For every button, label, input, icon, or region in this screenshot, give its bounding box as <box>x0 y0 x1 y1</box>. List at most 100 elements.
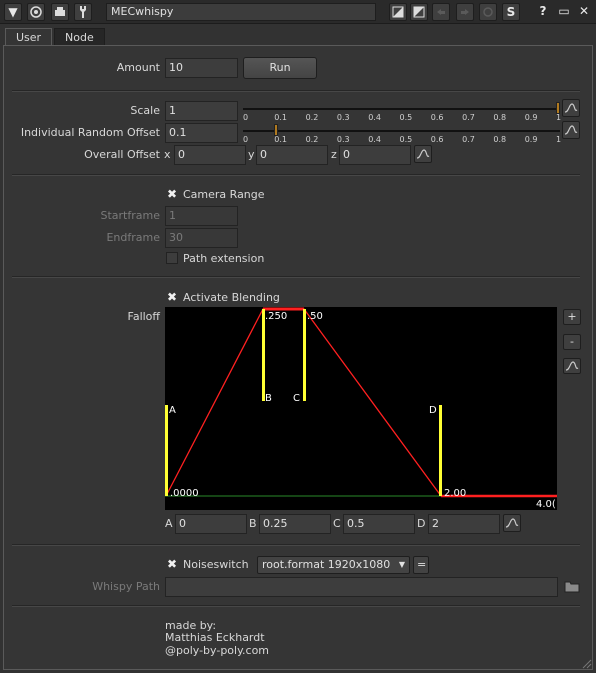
slider-tick-label: 0.2 <box>305 135 319 144</box>
marker-d[interactable] <box>439 405 442 496</box>
viewer-icon[interactable] <box>51 3 69 21</box>
divider <box>12 174 580 176</box>
slider-tick-label: 0.1 <box>274 135 288 144</box>
slider-tick-label: 0.5 <box>399 113 413 122</box>
format-equals-button[interactable]: = <box>413 556 429 574</box>
a-label: A <box>165 517 173 530</box>
a-field[interactable]: 0 <box>175 514 247 534</box>
falloff-label: Falloff <box>127 310 160 323</box>
random-offset-field[interactable]: 0.1 <box>165 123 238 143</box>
mask-left-icon[interactable] <box>389 3 407 21</box>
slider-tick-label: 0.6 <box>430 113 444 122</box>
revert-icon[interactable] <box>479 3 497 21</box>
x-axis-end-label: 4.0( <box>536 499 556 510</box>
node-title-bar: ▼ MECwhispy S ? ▭ ✕ <box>0 0 596 24</box>
overall-offset-label: Overall Offset <box>84 148 160 161</box>
resize-grip-icon[interactable] <box>580 657 592 669</box>
scale-curve-icon[interactable] <box>562 99 580 117</box>
slider-tick-label: 0.4 <box>368 135 381 144</box>
falloff-curve-icon[interactable] <box>563 358 581 374</box>
amount-label: Amount <box>116 61 160 74</box>
whispy-path-field[interactable] <box>165 577 558 597</box>
falloff-graph[interactable]: A B C D .0000 .250 .50 2.00 4.0( <box>165 307 557 510</box>
slider-tick-label: 0 <box>243 113 249 122</box>
activate-blending-label: Activate Blending <box>183 291 280 304</box>
mask-right-icon[interactable] <box>410 3 428 21</box>
value-b-label: .250 <box>265 311 287 322</box>
float-panel-icon[interactable]: ▭ <box>555 3 573 21</box>
format-dropdown[interactable]: root.format 1920x1080 ▼ <box>257 556 410 574</box>
add-point-button[interactable]: + <box>563 309 581 325</box>
slider-tick-label: 0 <box>243 135 249 144</box>
divider <box>12 90 580 92</box>
scale-slider-ticks: 0 0.1 0.2 0.3 0.4 0.5 0.6 0.7 0.8 0.9 1 <box>243 113 562 123</box>
marker-a-label: A <box>169 405 176 416</box>
divider <box>12 276 580 278</box>
credit-line-2: Matthias Eckhardt <box>165 631 265 644</box>
close-icon[interactable]: ✕ <box>575 3 593 21</box>
slider-tick-label: 0.8 <box>493 113 507 122</box>
node-name-field[interactable]: MECwhispy <box>106 3 376 21</box>
falloff-curve <box>165 308 557 497</box>
divider <box>12 605 580 607</box>
offset-z-field[interactable]: 0 <box>339 145 411 165</box>
path-extension-label: Path extension <box>183 252 265 265</box>
amount-field[interactable]: 10 <box>165 58 238 78</box>
value-c-label: .50 <box>307 311 323 322</box>
offset-curve-icon[interactable] <box>414 145 432 163</box>
activate-blending-checkbox[interactable]: ✖ <box>166 291 178 303</box>
slider-tick-label: 0.9 <box>524 135 538 144</box>
run-button[interactable]: Run <box>243 57 317 79</box>
scale-label: Scale <box>130 104 160 117</box>
scale-slider-track[interactable] <box>243 108 560 110</box>
folder-icon[interactable] <box>564 579 580 593</box>
help-icon[interactable]: ? <box>534 3 552 21</box>
divider <box>12 544 580 546</box>
camera-range-label: Camera Range <box>183 188 265 201</box>
collapse-arrow-icon[interactable]: ▼ <box>4 3 22 21</box>
random-offset-label: Individual Random Offset <box>20 126 160 139</box>
b-label: B <box>249 517 257 530</box>
whispy-path-label: Whispy Path <box>92 580 160 593</box>
slider-tick-label: 0.3 <box>336 135 350 144</box>
slider-tick-label: 0.6 <box>430 135 444 144</box>
undo-icon[interactable] <box>432 3 450 21</box>
random-offset-curve-icon[interactable] <box>562 121 580 139</box>
marker-a[interactable] <box>165 405 168 496</box>
redo-icon[interactable] <box>456 3 474 21</box>
slider-tick-label: 0.5 <box>399 135 413 144</box>
startframe-field[interactable]: 1 <box>165 206 238 226</box>
endframe-field[interactable]: 30 <box>165 228 238 248</box>
abcd-curve-icon[interactable] <box>503 514 521 532</box>
credit-line-3: @poly-by-poly.com <box>165 644 270 657</box>
d-field[interactable]: 2 <box>428 514 500 534</box>
slider-tick-label: 0.1 <box>274 113 288 122</box>
endframe-label: Endframe <box>106 231 160 244</box>
script-icon[interactable]: S <box>502 3 520 21</box>
slider-tick-label: 0.7 <box>462 135 475 144</box>
random-offset-slider-ticks: 0 0.1 0.2 0.3 0.4 0.5 0.6 0.7 0.8 0.9 1 <box>243 135 561 145</box>
tab-node[interactable]: Node <box>54 28 105 46</box>
offset-z-label: z <box>331 148 337 161</box>
camera-range-checkbox[interactable]: ✖ <box>166 188 178 200</box>
wrench-icon[interactable] <box>74 3 92 21</box>
slider-tick-label: 0.4 <box>368 113 381 122</box>
c-label: C <box>333 517 341 530</box>
c-field[interactable]: 0.5 <box>343 514 415 534</box>
format-value: root.format 1920x1080 <box>262 558 391 571</box>
falloff-graph-svg: A B C D .0000 .250 .50 2.00 4.0( <box>165 307 557 510</box>
random-offset-slider-track[interactable] <box>243 130 560 132</box>
scale-field[interactable]: 1 <box>165 101 238 121</box>
offset-x-field[interactable]: 0 <box>174 145 246 165</box>
tab-user[interactable]: User <box>5 28 53 46</box>
b-field[interactable]: 0.25 <box>259 514 331 534</box>
remove-point-button[interactable]: - <box>563 334 581 350</box>
marker-b[interactable] <box>262 309 265 401</box>
noiseswitch-checkbox[interactable]: ✖ <box>166 558 178 570</box>
offset-y-label: y <box>248 148 255 161</box>
offset-y-field[interactable]: 0 <box>256 145 328 165</box>
marker-c[interactable] <box>303 309 306 401</box>
path-extension-checkbox[interactable] <box>166 252 178 264</box>
node-target-icon[interactable] <box>27 3 45 21</box>
slider-tick-label: 1 <box>556 113 562 122</box>
